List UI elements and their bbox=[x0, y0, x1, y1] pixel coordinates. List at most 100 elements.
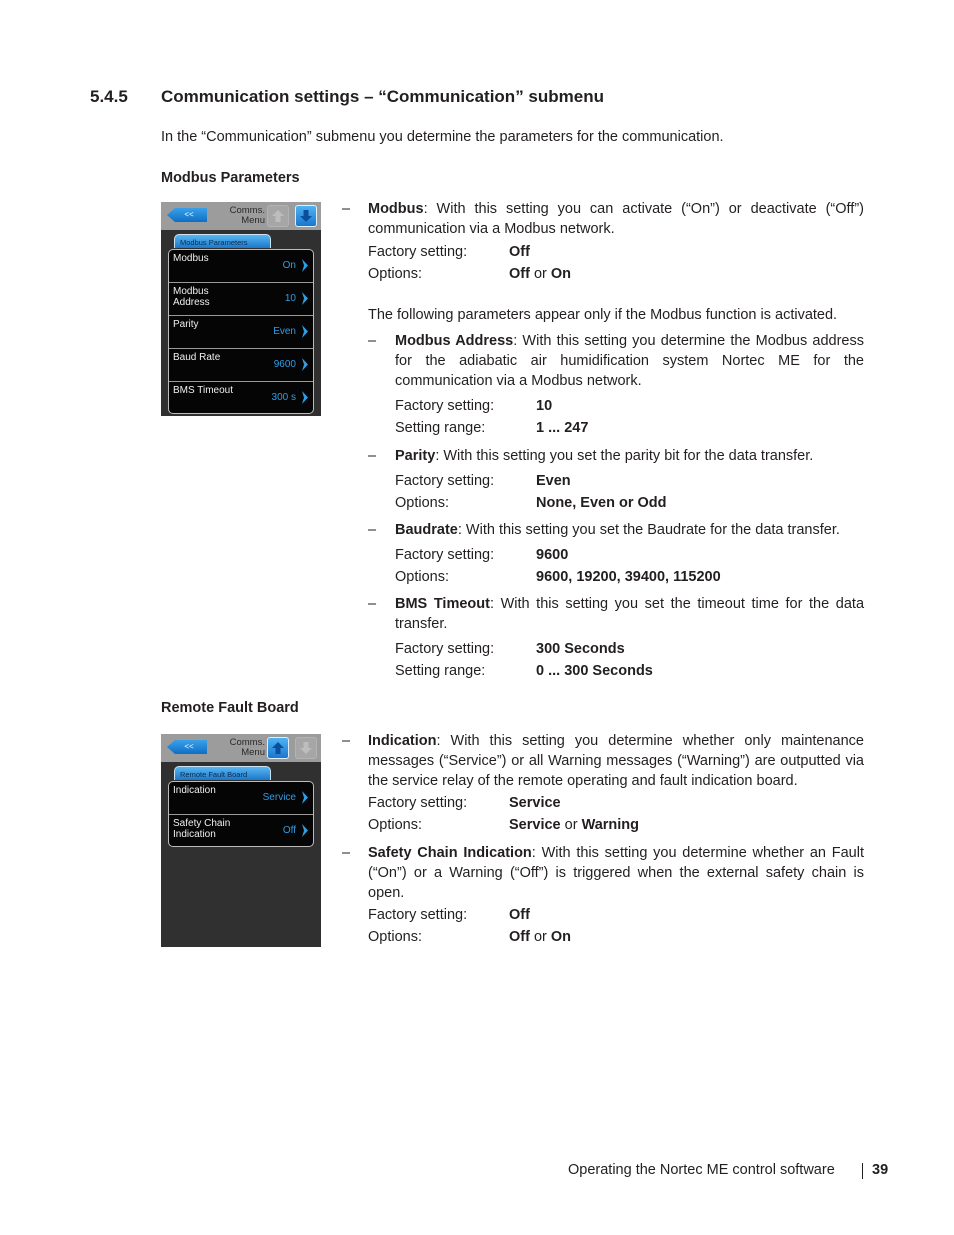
setting-row-bms-timeout[interactable]: BMS Timeout 300 s bbox=[169, 382, 313, 415]
setting-label: Baud Rate bbox=[173, 352, 221, 363]
factory-setting-value: 10 bbox=[536, 398, 553, 414]
options-value: Off or On bbox=[509, 266, 572, 282]
arrow-up-icon bbox=[272, 210, 284, 222]
setting-label: Modbus Address bbox=[173, 286, 210, 308]
arrow-down-icon bbox=[300, 742, 312, 754]
screen-header: << Comms. Menu bbox=[161, 734, 321, 762]
options-value: Off or On bbox=[509, 929, 572, 945]
factory-setting-label: Factory setting: bbox=[368, 795, 468, 811]
list-dash: – bbox=[368, 522, 377, 538]
factory-setting-label: Factory setting: bbox=[395, 547, 495, 563]
scroll-down-button[interactable] bbox=[295, 205, 317, 227]
setting-row-modbus-address[interactable]: Modbus Address 10 bbox=[169, 283, 313, 316]
setting-row-safety-chain-indication[interactable]: Safety Chain Indication Off bbox=[169, 815, 313, 848]
remote-fault-board-screen: << Comms. Menu Remote Fault Board Indica… bbox=[161, 734, 321, 947]
setting-value: Off bbox=[282, 825, 296, 836]
factory-setting-value: 9600 bbox=[536, 547, 569, 563]
options-label: Options: bbox=[368, 266, 422, 282]
factory-setting-label: Factory setting: bbox=[395, 641, 495, 657]
setting-label: Modbus bbox=[173, 253, 209, 264]
setting-value: 300 s bbox=[271, 392, 296, 403]
list-dash: – bbox=[368, 596, 377, 612]
chevron-right-icon bbox=[302, 292, 308, 305]
options-label: Options: bbox=[395, 495, 449, 511]
factory-setting-value: Off bbox=[509, 907, 530, 923]
scroll-up-button[interactable] bbox=[267, 737, 289, 759]
footer-divider bbox=[862, 1163, 863, 1179]
param-description: Baudrate: With this setting you set the … bbox=[395, 522, 840, 538]
setting-row-parity[interactable]: Parity Even bbox=[169, 316, 313, 349]
modbus-activation-note: The following parameters appear only if … bbox=[368, 307, 838, 323]
remote-fault-board-heading: Remote Fault Board bbox=[161, 700, 299, 716]
tab-modbus-parameters[interactable]: Modbus Parameters bbox=[174, 234, 271, 248]
chevron-right-icon bbox=[302, 358, 308, 371]
scroll-down-button[interactable] bbox=[295, 737, 317, 759]
setting-row-modbus[interactable]: Modbus On bbox=[169, 250, 313, 283]
setting-label: BMS Timeout bbox=[173, 385, 234, 396]
back-button[interactable]: << bbox=[167, 208, 207, 222]
param-modbus: – Modbus: With this setting you can acti… bbox=[342, 199, 864, 285]
section-intro: In the “Communication” submenu you deter… bbox=[161, 129, 724, 145]
setting-value: 9600 bbox=[273, 359, 296, 370]
chevron-right-icon bbox=[302, 824, 308, 837]
modbus-parameters-screen: << Comms. Menu Modbus Parameters Modbus … bbox=[161, 202, 321, 416]
screen-title: Comms. Menu bbox=[217, 738, 265, 758]
options-label: Options: bbox=[395, 569, 449, 585]
options-value: Service or Warning bbox=[509, 817, 640, 833]
screen-title-line2: Menu bbox=[241, 215, 265, 226]
back-button[interactable]: << bbox=[167, 740, 207, 754]
factory-setting-value: Off bbox=[509, 244, 530, 260]
options-label: Options: bbox=[368, 817, 422, 833]
tab-remote-fault-board[interactable]: Remote Fault Board bbox=[174, 766, 271, 780]
list-dash: – bbox=[342, 845, 351, 861]
chevron-right-icon bbox=[302, 259, 308, 272]
arrow-down-icon bbox=[300, 210, 312, 222]
modbus-parameters-heading: Modbus Parameters bbox=[161, 170, 300, 186]
param-indication: – Indication: With this setting you dete… bbox=[342, 731, 864, 836]
param-description: BMS Timeout: With this setting you set t… bbox=[395, 596, 865, 632]
factory-setting-label: Factory setting: bbox=[368, 244, 468, 260]
setting-range-label: Setting range: bbox=[395, 420, 486, 436]
arrow-up-icon bbox=[272, 742, 284, 754]
setting-label: Parity bbox=[173, 319, 199, 330]
list-dash: – bbox=[368, 448, 377, 464]
settings-list: Modbus On Modbus Address 10 Parity Even B… bbox=[168, 249, 314, 414]
options-value: None, Even or Odd bbox=[536, 495, 667, 511]
options-value: 9600, 19200, 39400, 115200 bbox=[536, 569, 721, 585]
factory-setting-label: Factory setting: bbox=[395, 398, 495, 414]
section-title: Communication settings – “Communication”… bbox=[161, 87, 604, 106]
factory-setting-value: Even bbox=[536, 473, 571, 489]
settings-list: Indication Service Safety Chain Indicatio… bbox=[168, 781, 314, 847]
list-dash: – bbox=[342, 201, 351, 217]
setting-value: Service bbox=[262, 792, 296, 803]
options-label: Options: bbox=[368, 929, 422, 945]
chevron-right-icon bbox=[302, 325, 308, 338]
setting-value: On bbox=[282, 260, 296, 271]
param-safety-chain-indication: – Safety Chain Indication: With this set… bbox=[342, 843, 864, 948]
screen-title-line2: Menu bbox=[241, 747, 265, 758]
section-number: 5.4.5 bbox=[90, 87, 128, 106]
chevron-right-icon bbox=[302, 391, 308, 404]
param-description: Indication: With this setting you determ… bbox=[368, 733, 864, 789]
setting-row-indication[interactable]: Indication Service bbox=[169, 782, 313, 815]
screen-header: << Comms. Menu bbox=[161, 202, 321, 230]
param-modbus-address: – Modbus Address: With this setting you … bbox=[368, 331, 864, 439]
factory-setting-label: Factory setting: bbox=[368, 907, 468, 923]
setting-range-value: 1 ... 247 bbox=[536, 420, 589, 436]
param-description: Safety Chain Indication: With this setti… bbox=[368, 845, 864, 901]
param-description: Modbus Address: With this setting you de… bbox=[395, 333, 864, 389]
setting-value: Even bbox=[273, 326, 296, 337]
setting-row-baud-rate[interactable]: Baud Rate 9600 bbox=[169, 349, 313, 382]
factory-setting-value: 300 Seconds bbox=[536, 641, 625, 657]
setting-label: Safety Chain Indication bbox=[173, 818, 231, 840]
list-dash: – bbox=[368, 333, 377, 349]
param-description: Parity: With this setting you set the pa… bbox=[395, 448, 814, 464]
setting-value: 10 bbox=[284, 293, 296, 304]
list-dash: – bbox=[342, 733, 351, 749]
setting-range-label: Setting range: bbox=[395, 663, 486, 679]
screen-title: Comms. Menu bbox=[217, 206, 265, 226]
param-description: Modbus: With this setting you can activa… bbox=[368, 201, 864, 237]
chevron-right-icon bbox=[302, 791, 308, 804]
scroll-up-button[interactable] bbox=[267, 205, 289, 227]
page-number: 39 bbox=[872, 1162, 889, 1178]
